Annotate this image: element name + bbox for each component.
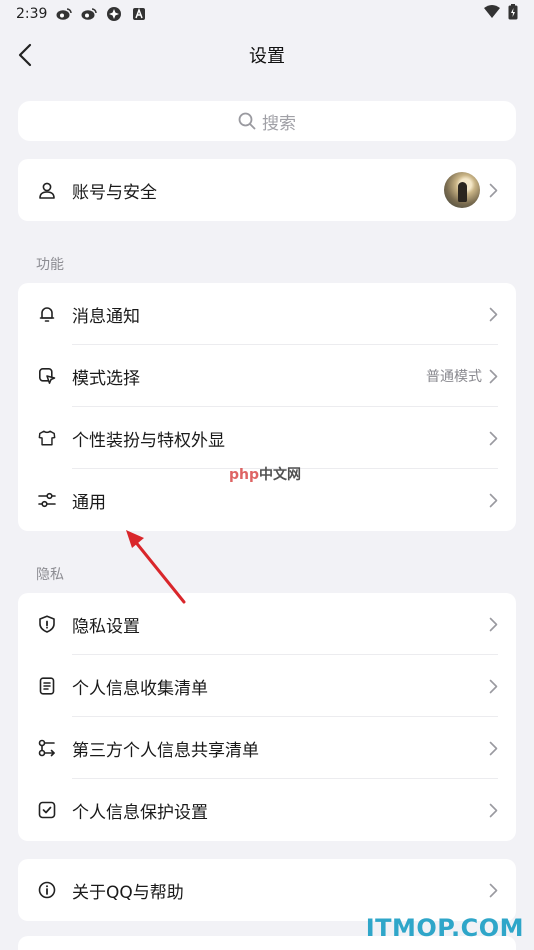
row-mode-select[interactable]: 模式选择 普通模式 [18,345,516,407]
status-bar: 2:39 [0,0,534,28]
avatar [444,172,480,208]
php-watermark: php中文网 [229,464,301,484]
checkbox-icon [38,801,56,819]
bell-icon [38,305,56,323]
privacy-card: 隐私设置 个人信息收集清单 第三方个人信息共享清单 个人信息保护设置 [18,593,516,841]
chevron-right-icon [488,802,498,818]
chevron-right-icon [488,430,498,446]
info-icon [38,881,56,899]
back-button[interactable] [12,40,38,70]
search-icon [238,112,256,130]
row-label: 个人信息收集清单 [72,678,208,699]
app-icon [106,6,122,22]
row-third-party-sharing[interactable]: 第三方个人信息共享清单 [18,717,516,779]
user-icon [38,181,56,199]
status-left: 2:39 [16,6,147,22]
chevron-right-icon [488,740,498,756]
sliders-icon [38,491,56,509]
document-icon [38,677,56,695]
search-placeholder: 搜索 [262,113,296,134]
section-title-features: 功能 [36,257,64,273]
row-about-help[interactable]: 关于QQ与帮助 [18,859,516,921]
chevron-right-icon [488,182,498,198]
page-title: 设置 [249,46,285,67]
row-label: 个性装扮与特权外显 [72,430,225,451]
php-watermark-en: php [229,467,260,483]
status-right [484,4,518,24]
features-card: 消息通知 模式选择 普通模式 个性装扮与特权外显 通用 [18,283,516,531]
about-card: 关于QQ与帮助 [18,859,516,921]
chevron-right-icon [488,306,498,322]
row-label: 消息通知 [72,306,140,327]
section-title-privacy: 隐私 [36,567,64,583]
row-info-protection-settings[interactable]: 个人信息保护设置 [18,779,516,841]
row-personalization[interactable]: 个性装扮与特权外显 [18,407,516,469]
chevron-left-icon [18,43,32,67]
row-label: 关于QQ与帮助 [72,882,184,903]
row-label: 通用 [72,492,106,513]
weibo-icon [81,6,98,22]
share-icon [38,739,56,757]
nav-bar: 设置 [0,28,534,82]
shirt-icon [38,429,56,447]
a-box-icon [131,6,147,22]
battery-icon [508,4,518,24]
row-label: 模式选择 [72,368,140,389]
row-privacy-settings[interactable]: 隐私设置 [18,593,516,655]
account-card: 账号与安全 [18,159,516,221]
row-info-collection-list[interactable]: 个人信息收集清单 [18,655,516,717]
status-time: 2:39 [16,6,48,22]
chevron-right-icon [488,492,498,508]
mode-value: 普通模式 [426,369,482,385]
row-label: 个人信息保护设置 [72,802,208,823]
red-arrow-annotation [126,530,186,604]
chevron-right-icon [488,882,498,898]
mode-icon [38,367,56,385]
search-input[interactable]: 搜索 [18,101,516,141]
chevron-right-icon [488,678,498,694]
account-security-row[interactable]: 账号与安全 [18,159,516,221]
account-security-label: 账号与安全 [72,182,157,203]
php-watermark-cn: 中文网 [259,467,302,483]
chevron-right-icon [488,616,498,632]
weibo-icon [56,6,73,22]
row-label: 隐私设置 [72,616,140,637]
shield-icon [38,615,56,633]
wifi-icon [484,5,500,23]
itmop-watermark: ITMOP.COM [365,914,524,942]
row-message-notification[interactable]: 消息通知 [18,283,516,345]
row-label: 第三方个人信息共享清单 [72,740,259,761]
chevron-right-icon [488,368,498,384]
